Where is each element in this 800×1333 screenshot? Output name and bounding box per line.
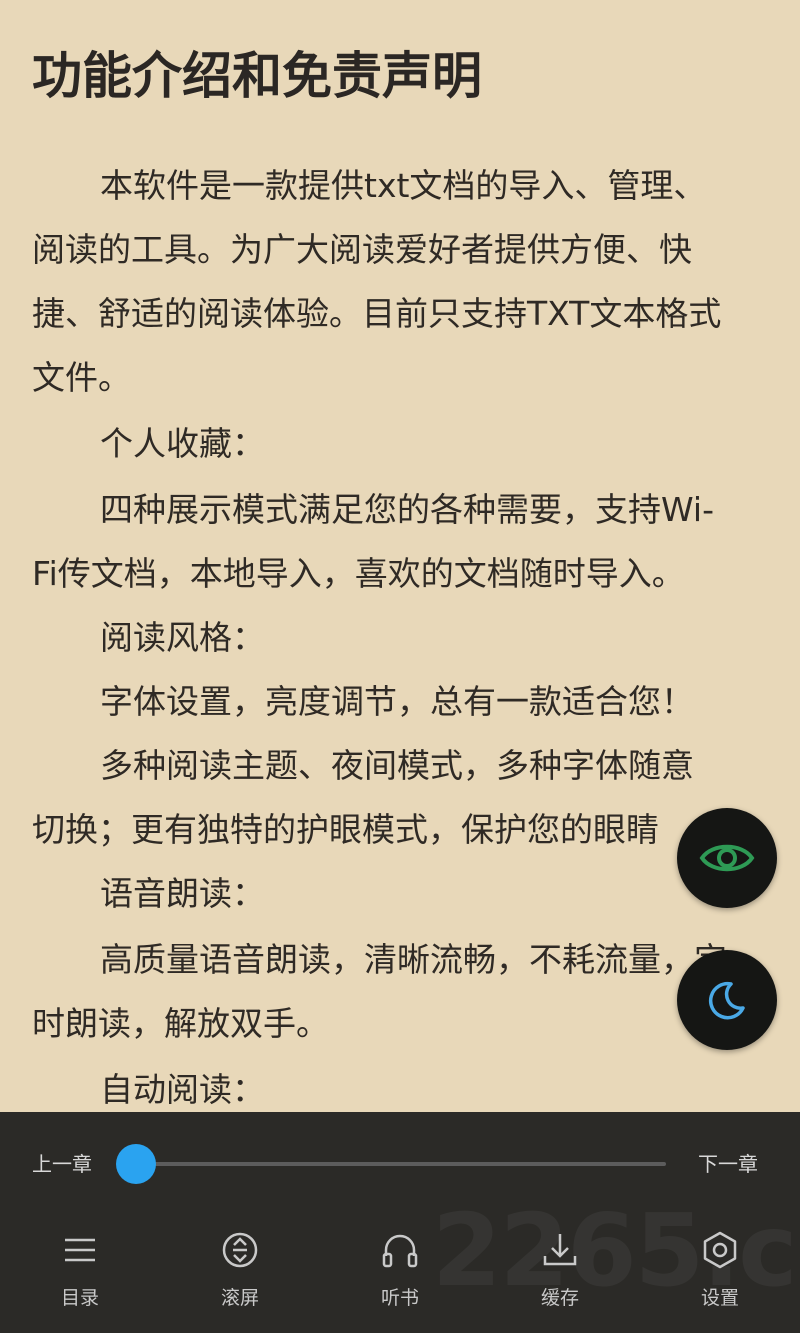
section-heading: 个人收藏： <box>100 424 265 463</box>
toolbar-catalog[interactable]: 目录 <box>30 1228 130 1318</box>
text-line: 切换；更有独特的护眼模式，保护您的眼睛 <box>32 810 659 849</box>
headphones-icon <box>378 1228 422 1272</box>
prev-chapter-button[interactable]: 上一章 <box>32 1150 92 1178</box>
night-mode-button[interactable] <box>677 950 777 1050</box>
text-line: 高质量语音朗读，清晰流畅，不耗流量，定 <box>100 940 727 979</box>
chapter-progress-track[interactable] <box>136 1162 666 1166</box>
chapter-progress-thumb[interactable] <box>116 1144 156 1184</box>
toolbar-listen[interactable]: 听书 <box>350 1228 450 1318</box>
list-icon <box>58 1228 102 1272</box>
next-chapter-button[interactable]: 下一章 <box>698 1150 758 1178</box>
toolbar-label: 缓存 <box>540 1287 579 1309</box>
scroll-icon <box>218 1228 262 1272</box>
download-icon <box>538 1228 582 1272</box>
toolbar-label: 目录 <box>60 1287 99 1309</box>
gear-icon <box>698 1228 742 1272</box>
eye-care-button[interactable] <box>677 808 777 908</box>
toolbar-label: 设置 <box>700 1287 739 1309</box>
toolbar-cache[interactable]: 缓存 <box>510 1228 610 1318</box>
toolbar-label: 听书 <box>380 1287 419 1309</box>
text-line: 四种展示模式满足您的各种需要，支持Wi- <box>100 490 714 529</box>
toolbar-scroll[interactable]: 滚屏 <box>190 1228 290 1318</box>
moon-icon <box>708 981 745 1020</box>
toolbar-label: 滚屏 <box>220 1287 259 1309</box>
eye-icon <box>699 844 755 872</box>
text-line: 时朗读，解放双手。 <box>32 1004 329 1043</box>
chapter-title: 功能介绍和免责声明 <box>32 47 482 105</box>
section-heading: 自动阅读： <box>100 1070 265 1109</box>
text-line: Fi传文档，本地导入，喜欢的文档随时导入。 <box>32 554 685 593</box>
text-line: 多种阅读主题、夜间模式，多种字体随意 <box>100 746 694 785</box>
text-line: 文件。 <box>32 358 131 397</box>
text-line: 本软件是一款提供txt文档的导入、管理、 <box>100 166 707 205</box>
text-line: 阅读的工具。为广大阅读爱好者提供方便、快 <box>32 230 692 269</box>
section-heading: 阅读风格： <box>100 618 265 657</box>
text-line: 捷、舒适的阅读体验。目前只支持TXT文本格式 <box>32 294 722 333</box>
text-line: 字体设置，亮度调节，总有一款适合您！ <box>100 682 694 721</box>
section-heading: 语音朗读： <box>100 874 265 913</box>
toolbar-settings[interactable]: 设置 <box>670 1228 770 1318</box>
